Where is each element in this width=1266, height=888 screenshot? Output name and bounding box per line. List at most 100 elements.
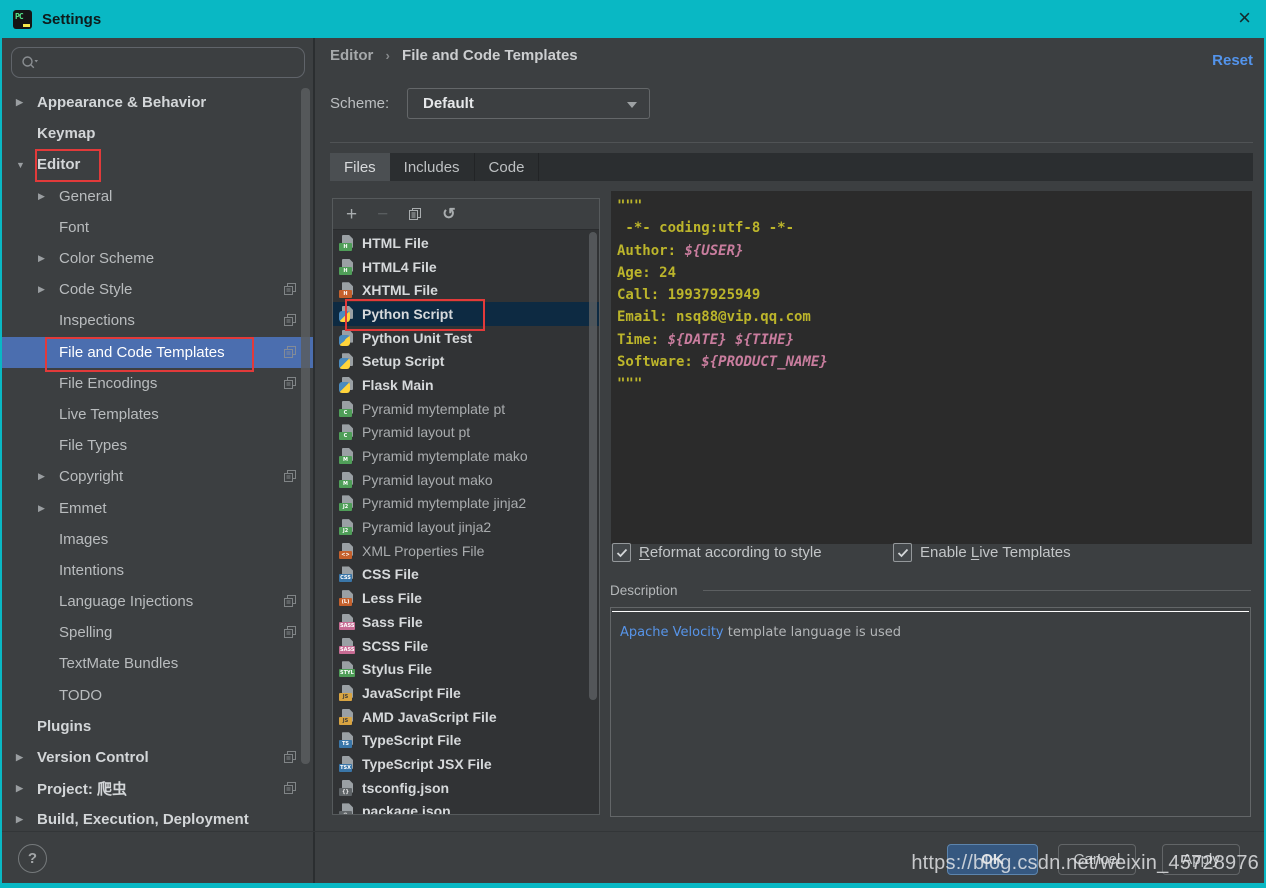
sidebar-item-images[interactable]: Images bbox=[2, 524, 313, 555]
sidebar-item-code-style[interactable]: ▶ Code Style bbox=[2, 274, 313, 305]
sidebar-item-emmet[interactable]: ▶ Emmet bbox=[2, 492, 313, 523]
chevron-right-icon[interactable]: ▶ bbox=[38, 253, 55, 264]
sidebar-item-language-injections[interactable]: Language Injections bbox=[2, 586, 313, 617]
template-item-xml-properties-file[interactable]: <>XML Properties File bbox=[333, 539, 599, 563]
live-templates-checkbox[interactable]: Enable Live Templates bbox=[893, 543, 1071, 562]
chevron-right-icon[interactable]: ▶ bbox=[16, 783, 33, 794]
sidebar-scrollbar[interactable] bbox=[301, 88, 310, 764]
template-item-pyramid-mytemplate-jinja2[interactable]: J2Pyramid mytemplate jinja2 bbox=[333, 492, 599, 516]
checkbox-icon[interactable] bbox=[612, 543, 631, 562]
sidebar-item-font[interactable]: Font bbox=[2, 212, 313, 243]
sidebar-item-label: Emmet bbox=[59, 500, 107, 517]
apache-velocity-link[interactable]: Apache Velocity bbox=[620, 625, 724, 640]
code-line: Author: ${USER} bbox=[617, 240, 1252, 262]
add-button[interactable]: + bbox=[346, 206, 357, 223]
sidebar-item-color-scheme[interactable]: ▶Color Scheme bbox=[2, 243, 313, 274]
template-item-tsconfig-json[interactable]: {}tsconfig.json bbox=[333, 776, 599, 800]
template-item-label: Stylus File bbox=[362, 661, 432, 677]
reformat-checkbox[interactable]: Reformat according to style bbox=[612, 543, 822, 562]
remove-button[interactable]: − bbox=[377, 206, 388, 223]
template-list-scrollbar[interactable] bbox=[589, 232, 597, 700]
sidebar-item-file-types[interactable]: File Types bbox=[2, 430, 313, 461]
template-item-javascript-file[interactable]: JSJavaScript File bbox=[333, 681, 599, 705]
tab-code[interactable]: Code bbox=[475, 153, 540, 181]
sidebar-item-editor[interactable]: ▼Editor bbox=[2, 149, 313, 180]
template-item-pyramid-mytemplate-pt[interactable]: CPyramid mytemplate pt bbox=[333, 397, 599, 421]
search-icon bbox=[21, 55, 39, 70]
chevron-right-icon[interactable]: ▶ bbox=[16, 97, 33, 108]
template-item-python-script[interactable]: Python Script bbox=[333, 302, 599, 326]
template-item-label: Pyramid mytemplate pt bbox=[362, 401, 505, 417]
sidebar-item-keymap[interactable]: Keymap bbox=[2, 118, 313, 149]
template-item-html4-file[interactable]: HHTML4 File bbox=[333, 255, 599, 279]
template-item-html-file[interactable]: HHTML File bbox=[333, 231, 599, 255]
template-item-sass-file[interactable]: SASSSass File bbox=[333, 610, 599, 634]
css-file-file-icon: CSS bbox=[339, 566, 355, 582]
sidebar-item-label: Code Style bbox=[59, 281, 132, 298]
close-icon[interactable]: × bbox=[1238, 4, 1251, 32]
chevron-right-icon[interactable]: ▶ bbox=[38, 503, 55, 514]
chevron-right-icon[interactable]: ▶ bbox=[16, 814, 33, 825]
sidebar-item-label: Keymap bbox=[37, 125, 95, 142]
help-button[interactable]: ? bbox=[18, 844, 47, 873]
sidebar-item-file-and-code-templates[interactable]: File and Code Templates bbox=[2, 337, 313, 368]
sidebar-item-label: Images bbox=[59, 531, 108, 548]
sidebar-item-general[interactable]: ▶ General bbox=[2, 181, 313, 212]
sidebar-item-live-templates[interactable]: Live Templates bbox=[2, 399, 313, 430]
template-item-typescript-file[interactable]: TSTypeScript File bbox=[333, 728, 599, 752]
template-item-typescript-jsx-file[interactable]: TSXTypeScript JSX File bbox=[333, 752, 599, 776]
template-item-amd-javascript-file[interactable]: JSAMD JavaScript File bbox=[333, 705, 599, 729]
revert-button[interactable]: ↺ bbox=[442, 206, 455, 223]
sidebar-item-plugins[interactable]: Plugins bbox=[2, 711, 313, 742]
checkbox-icon[interactable] bbox=[893, 543, 912, 562]
tab-files[interactable]: Files bbox=[330, 153, 390, 181]
typescript-file-file-icon: TS bbox=[339, 732, 355, 748]
template-item-pyramid-layout-jinja2[interactable]: J2Pyramid layout jinja2 bbox=[333, 515, 599, 539]
template-item-label: Sass File bbox=[362, 614, 423, 630]
template-item-stylus-file[interactable]: STYLStylus File bbox=[333, 657, 599, 681]
chevron-down-icon[interactable]: ▼ bbox=[16, 160, 33, 170]
sidebar-item-intentions[interactable]: Intentions bbox=[2, 555, 313, 586]
sidebar-item-label: TODO bbox=[59, 687, 102, 704]
template-item-flask-main[interactable]: Flask Main bbox=[333, 373, 599, 397]
sidebar-item-version-control[interactable]: ▶Version Control bbox=[2, 742, 313, 773]
sidebar-item-label: General bbox=[59, 188, 112, 205]
reset-link[interactable]: Reset bbox=[1212, 52, 1253, 69]
sidebar-item-file-encodings[interactable]: File Encodings bbox=[2, 368, 313, 399]
copy-button[interactable] bbox=[408, 207, 422, 221]
template-item-css-file[interactable]: CSSCSS File bbox=[333, 563, 599, 587]
template-item-pyramid-layout-mako[interactable]: MPyramid layout mako bbox=[333, 468, 599, 492]
checkbox-label: Enable Live Templates bbox=[920, 544, 1071, 561]
sidebar-item-copyright[interactable]: ▶Copyright bbox=[2, 461, 313, 492]
chevron-right-icon[interactable]: ▶ bbox=[38, 471, 55, 482]
template-editor[interactable]: """ -*- coding:utf-8 -*-Author: ${USER}A… bbox=[610, 190, 1253, 545]
template-item-xhtml-file[interactable]: HXHTML File bbox=[333, 278, 599, 302]
breadcrumb-parent[interactable]: Editor bbox=[330, 47, 373, 64]
sidebar-item-textmate-bundles[interactable]: TextMate Bundles bbox=[2, 648, 313, 679]
template-item-python-unit-test[interactable]: Python Unit Test bbox=[333, 326, 599, 350]
template-item-package-json[interactable]: ⚙package.json bbox=[333, 800, 599, 815]
chevron-right-icon[interactable]: ▶ bbox=[16, 752, 33, 763]
chevron-right-icon[interactable]: ▶ bbox=[38, 191, 55, 202]
pyramid-mytemplate-jinja2-file-icon: J2 bbox=[339, 495, 355, 511]
template-item-label: XML Properties File bbox=[362, 543, 484, 559]
template-item-scss-file[interactable]: SASSSCSS File bbox=[333, 634, 599, 658]
sidebar-item-spelling[interactable]: Spelling bbox=[2, 617, 313, 648]
search-input[interactable] bbox=[11, 47, 305, 78]
tab-includes[interactable]: Includes bbox=[390, 153, 475, 181]
pyramid-layout-mako-file-icon: M bbox=[339, 472, 355, 488]
sidebar-item-inspections[interactable]: Inspections bbox=[2, 305, 313, 336]
scheme-select[interactable]: Default bbox=[407, 88, 650, 119]
template-item-less-file[interactable]: (L)Less File bbox=[333, 586, 599, 610]
per-project-copy-icon bbox=[284, 750, 296, 767]
sidebar-item-todo[interactable]: TODO bbox=[2, 680, 313, 711]
sidebar-item-project[interactable]: ▶Project: 爬虫 bbox=[2, 773, 313, 804]
sidebar-item-appearance-behavior[interactable]: ▶Appearance & Behavior bbox=[2, 87, 313, 118]
sidebar-item-label: Language Injections bbox=[59, 593, 193, 610]
code-line: Call: 19937925949 bbox=[617, 284, 1252, 306]
template-item-setup-script[interactable]: Setup Script bbox=[333, 349, 599, 373]
python-file-icon bbox=[339, 377, 355, 393]
chevron-right-icon[interactable]: ▶ bbox=[38, 284, 55, 295]
template-item-pyramid-layout-pt[interactable]: CPyramid layout pt bbox=[333, 421, 599, 445]
template-item-pyramid-mytemplate-mako[interactable]: MPyramid mytemplate mako bbox=[333, 444, 599, 468]
